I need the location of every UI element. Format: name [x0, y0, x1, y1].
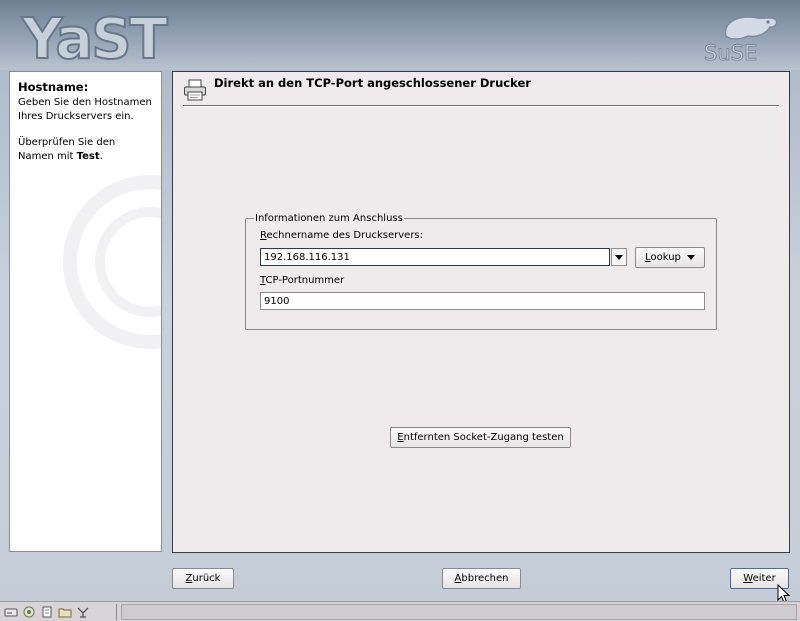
- title-divider: [183, 105, 779, 107]
- dropdown-arrow-icon: [686, 254, 695, 260]
- chevron-down-icon[interactable]: [611, 248, 627, 266]
- help-text-1: Geben Sie den Hostnamen Ihres Druckserve…: [18, 97, 152, 122]
- folder-icon[interactable]: [58, 605, 72, 619]
- taskbar: [0, 601, 800, 621]
- hostname-label: Rechnername des Druckservers:: [260, 230, 424, 241]
- taskbar-window-list[interactable]: [121, 604, 797, 620]
- suse-logo: SuSE: [704, 16, 778, 64]
- port-label: TCP-Portnummer: [260, 275, 345, 286]
- taskbar-separator: [116, 604, 117, 620]
- yast-banner: YaST SuSE: [0, 0, 800, 70]
- svg-text:SuSE: SuSE: [704, 41, 757, 64]
- network-icon[interactable]: [76, 605, 90, 619]
- connection-info-group: Informationen zum Anschluss Rechnername …: [245, 213, 717, 330]
- back-button[interactable]: Zurück: [172, 568, 234, 589]
- abort-button[interactable]: Abbrechen: [442, 568, 521, 589]
- document-icon[interactable]: [40, 605, 54, 619]
- help-text-2: Überprüfen Sie den Namen mit Test.: [18, 137, 116, 162]
- lookup-button[interactable]: Lookup: [635, 247, 705, 268]
- test-socket-button[interactable]: Entfernten Socket-Zugang testen: [390, 427, 571, 448]
- quick-launch-tray: [4, 605, 90, 619]
- group-legend: Informationen zum Anschluss: [254, 213, 404, 224]
- yast-logo: YaST: [20, 6, 171, 66]
- hostname-combobox-input[interactable]: [260, 248, 610, 266]
- help-title: Hostname:: [18, 80, 89, 94]
- settings-icon[interactable]: [22, 605, 36, 619]
- main-panel: Direkt an den TCP-Port angeschlossener D…: [172, 71, 790, 553]
- help-test-keyword: Test: [76, 151, 100, 162]
- watermark-icon: [63, 175, 161, 349]
- help-panel: Hostname: Geben Sie den Hostnamen Ihres …: [9, 71, 162, 552]
- port-input[interactable]: [260, 292, 705, 310]
- printer-icon: [184, 79, 206, 101]
- page-title: Direkt an den TCP-Port angeschlossener D…: [214, 76, 531, 90]
- svg-text:YaST: YaST: [21, 7, 168, 66]
- drive-icon[interactable]: [4, 605, 18, 619]
